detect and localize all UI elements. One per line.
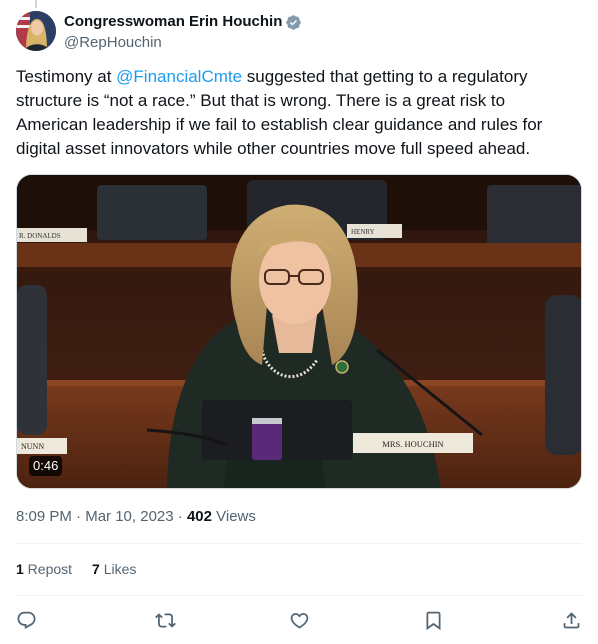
- likes-label: Likes: [99, 561, 137, 577]
- mention-link[interactable]: @FinancialCmte: [116, 67, 242, 86]
- thread-connector-line: [35, 0, 37, 8]
- likes-stat[interactable]: 7 Likes: [92, 559, 136, 579]
- meta-separator: ·: [173, 508, 187, 525]
- reposts-stat[interactable]: 1 Repost: [16, 559, 72, 579]
- tweet-text: Testimony at @FinancialCmte suggested th…: [16, 65, 576, 161]
- views-label: Views: [211, 508, 256, 525]
- avatar[interactable]: [16, 11, 56, 51]
- likes-count: 7: [92, 561, 100, 577]
- author-display-name[interactable]: Congresswoman Erin Houchin: [64, 12, 302, 32]
- video-player[interactable]: R. DONALDS HENRY NUNN MRS. HOUCHIN 0:46: [16, 174, 582, 489]
- nameplate-left-top: R. DONALDS: [19, 232, 61, 240]
- tweet-time[interactable]: 8:09 PM: [16, 507, 72, 527]
- video-duration-badge: 0:46: [29, 456, 63, 476]
- divider: [16, 543, 582, 544]
- engagement-stats: 1 Repost 7 Likes: [16, 559, 136, 579]
- views-count: 402: [186, 508, 212, 525]
- tweet-meta: 8:09 PM · Mar 10, 2023 · 402 Views: [16, 507, 256, 527]
- author-name-text[interactable]: Congresswoman Erin Houchin: [64, 12, 282, 32]
- share-icon: [563, 611, 580, 628]
- reposts-count: 1: [16, 561, 24, 577]
- reply-button[interactable]: [16, 608, 46, 632]
- like-icon: [290, 612, 308, 629]
- repost-button[interactable]: [150, 608, 180, 632]
- meta-separator: ·: [71, 508, 86, 525]
- nameplate-left-bottom: NUNN: [21, 442, 44, 451]
- verified-icon: [286, 14, 302, 30]
- nameplate-main: MRS. HOUCHIN: [382, 439, 443, 449]
- bookmark-button[interactable]: [418, 608, 448, 632]
- action-bar: [16, 608, 582, 632]
- tweet-date[interactable]: Mar 10, 2023: [85, 507, 173, 527]
- divider: [16, 595, 582, 596]
- like-button[interactable]: [284, 608, 314, 632]
- tweet-header: Congresswoman Erin Houchin @RepHouchin: [16, 11, 302, 53]
- bookmark-icon: [426, 611, 440, 630]
- repost-icon: [154, 612, 176, 628]
- reply-icon: [17, 611, 36, 629]
- reposts-label: Repost: [23, 561, 73, 577]
- video-thumbnail: R. DONALDS HENRY NUNN MRS. HOUCHIN: [17, 175, 581, 488]
- author-handle[interactable]: @RepHouchin: [64, 33, 302, 53]
- tweet-text-part: Testimony at: [16, 67, 117, 86]
- nameplate-right-top: HENRY: [351, 228, 375, 236]
- share-button[interactable]: [552, 608, 582, 632]
